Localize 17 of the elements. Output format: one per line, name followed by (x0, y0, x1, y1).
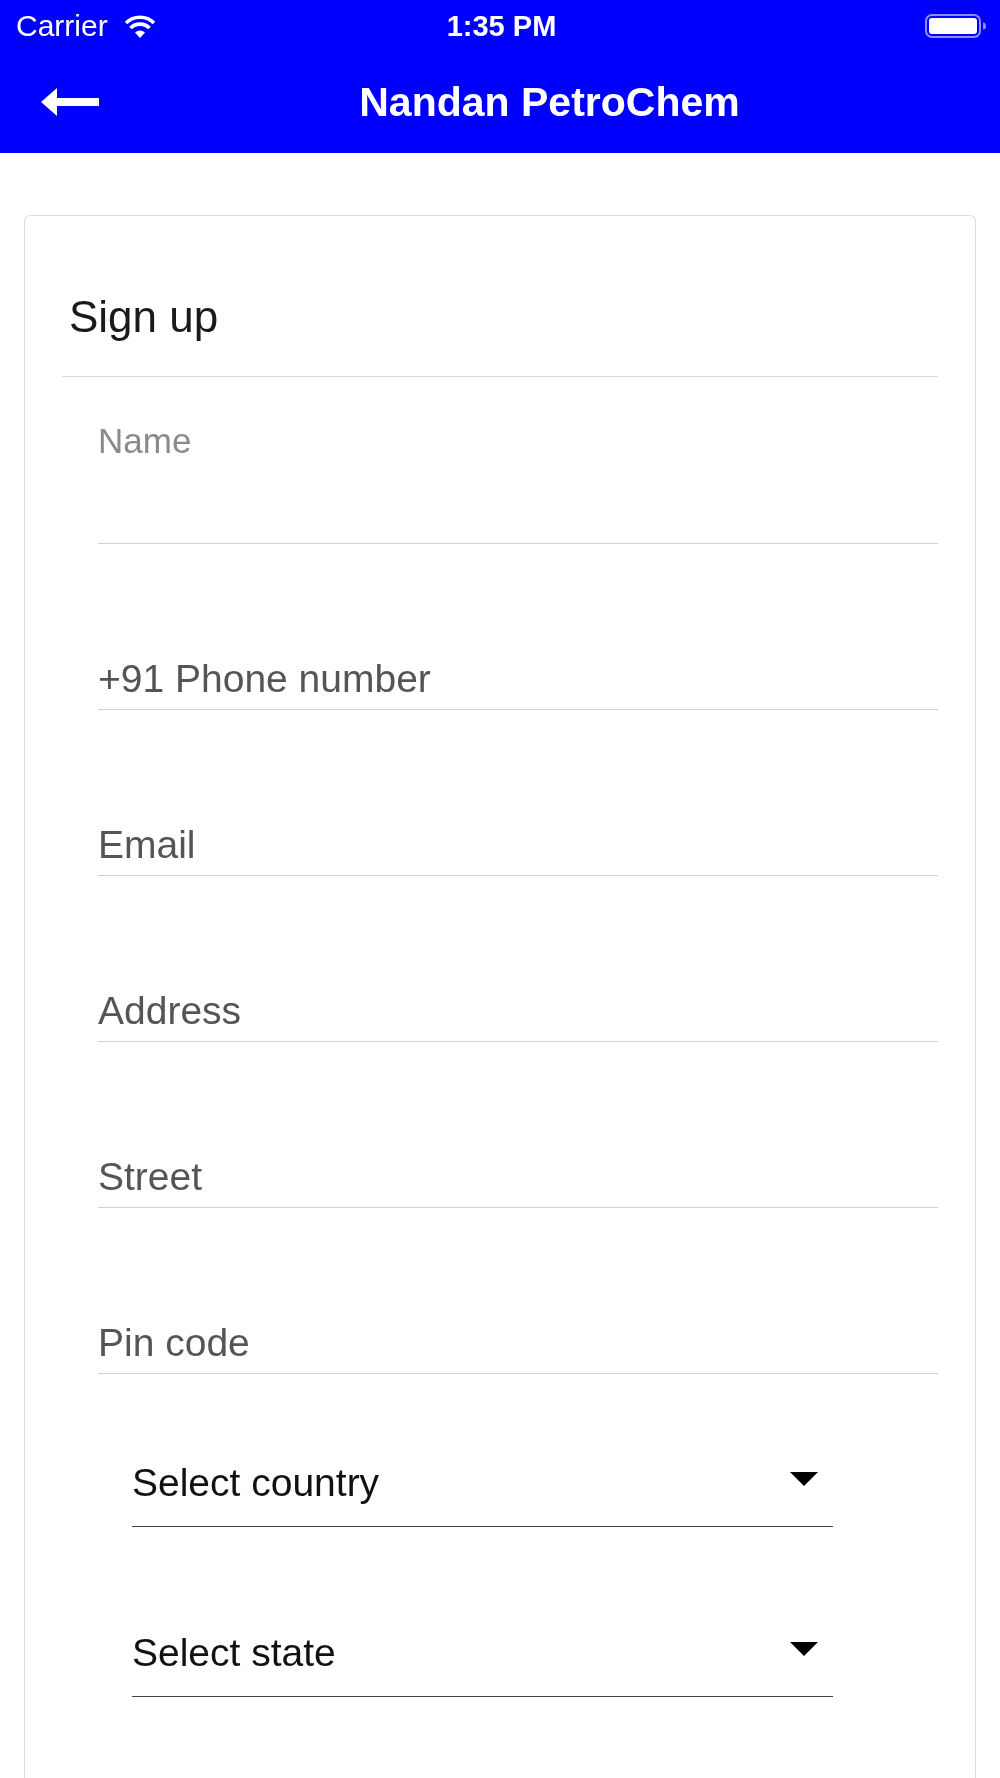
input-field[interactable]: +91 Phone number (98, 648, 938, 710)
carrier-name: Carrier (16, 8, 108, 43)
battery-icon (925, 13, 987, 38)
caret-icon (790, 1472, 818, 1486)
dropdown-select[interactable]: Select state (132, 1624, 833, 1697)
wifi-icon (123, 13, 156, 38)
back-arrow-icon (41, 87, 99, 117)
app-title: Nandan PetroChem (359, 78, 740, 126)
input-field[interactable]: Email (98, 814, 938, 876)
input-field[interactable]: Pin code (98, 1312, 938, 1374)
caret-icon (790, 1642, 818, 1656)
input-field[interactable]: Street (98, 1146, 938, 1208)
input-field[interactable]: Address (98, 980, 938, 1042)
dropdown-select[interactable]: Select country (132, 1454, 833, 1527)
clock-time: 1:35 PM (446, 8, 557, 43)
form-title: Sign up (69, 291, 220, 343)
back-button[interactable] (41, 87, 99, 117)
